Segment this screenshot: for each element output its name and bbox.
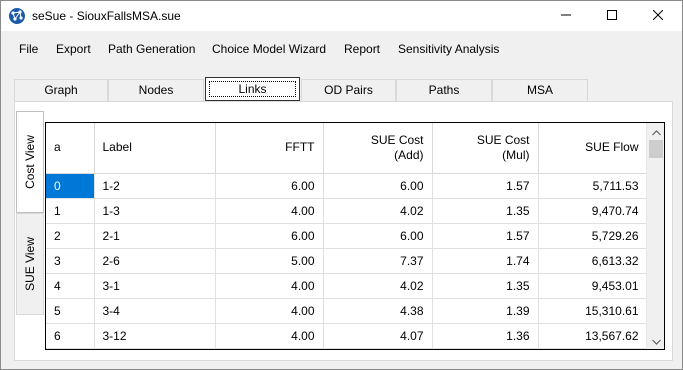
cell-sue-flow[interactable]: 9,470.74 [538, 198, 648, 224]
table-row[interactable]: 6 3-12 4.00 4.07 1.36 13,567.62 [46, 323, 648, 349]
menu-file[interactable]: File [19, 42, 38, 56]
column-header-label[interactable]: Label [94, 123, 216, 174]
cell-label[interactable]: 1-2 [94, 173, 216, 199]
header-row: a Label FFTT SUE Cost (Add) SUE Cost (Mul)… [46, 123, 648, 174]
cell-label[interactable]: 3-1 [94, 273, 216, 299]
cell-sue-cost-mul[interactable]: 1.74 [432, 248, 539, 274]
cell-index[interactable]: 4 [46, 273, 95, 299]
window-title: seSue - SiouxFallsMSA.sue [32, 9, 181, 23]
tab-msa[interactable]: MSA [492, 79, 588, 101]
tab-graph[interactable]: Graph [14, 79, 108, 101]
cell-label[interactable]: 3-12 [94, 323, 216, 349]
column-header-index[interactable]: a [46, 123, 95, 174]
cell-sue-cost-mul[interactable]: 1.57 [432, 173, 539, 199]
vertical-scrollbar[interactable] [646, 123, 664, 349]
table-row[interactable]: 1 1-3 4.00 4.02 1.35 9,470.74 [46, 198, 648, 224]
tab-nodes[interactable]: Nodes [108, 79, 204, 101]
app-window: seSue - SiouxFallsMSA.sue File Export Pa… [0, 0, 683, 370]
chevron-down-icon [652, 334, 661, 348]
cell-sue-cost-add[interactable]: 4.38 [323, 298, 433, 324]
header-line: (Add) [394, 147, 424, 162]
close-icon [652, 9, 664, 23]
header-line: (Mul) [502, 147, 530, 162]
cell-sue-cost-add[interactable]: 4.07 [323, 323, 433, 349]
cell-index[interactable]: 0 [46, 173, 95, 199]
network-app-icon [9, 8, 25, 24]
cell-sue-cost-add[interactable]: 6.00 [323, 173, 433, 199]
links-data-grid[interactable]: a Label FFTT SUE Cost (Add) SUE Cost (Mul)… [45, 122, 665, 350]
minimize-button[interactable] [543, 1, 589, 31]
table-row[interactable]: 2 2-1 6.00 6.00 1.57 5,729.26 [46, 223, 648, 249]
column-header-sue-cost-mul[interactable]: SUE Cost (Mul) [432, 123, 539, 174]
title-bar[interactable]: seSue - SiouxFallsMSA.sue [1, 1, 682, 31]
cell-fftt[interactable]: 4.00 [215, 273, 324, 299]
cell-index[interactable]: 5 [46, 298, 95, 324]
tab-cost-view[interactable]: Cost View [16, 111, 44, 213]
table-row[interactable]: 0 1-2 6.00 6.00 1.57 5,711.53 [46, 173, 648, 199]
cell-index[interactable]: 3 [46, 248, 95, 274]
scroll-up-button[interactable] [647, 123, 664, 140]
cell-sue-flow[interactable]: 9,453.01 [538, 273, 648, 299]
menu-report[interactable]: Report [344, 42, 380, 56]
cell-label[interactable]: 2-6 [94, 248, 216, 274]
cell-fftt[interactable]: 4.00 [215, 323, 324, 349]
column-header-sue-cost-add[interactable]: SUE Cost (Add) [323, 123, 433, 174]
tab-sue-view[interactable]: SUE View [16, 213, 44, 315]
table-row[interactable]: 3 2-6 5.00 7.37 1.74 6,613.32 [46, 248, 648, 274]
tab-paths[interactable]: Paths [396, 79, 492, 101]
cell-fftt[interactable]: 4.00 [215, 198, 324, 224]
header-line: SUE Cost [370, 132, 424, 147]
cell-sue-flow[interactable]: 5,729.26 [538, 223, 648, 249]
close-button[interactable] [635, 1, 681, 31]
chevron-up-icon [652, 125, 661, 139]
main-tab-strip: Graph Nodes Links OD Pairs Paths MSA [14, 77, 589, 101]
cell-label[interactable]: 2-1 [94, 223, 216, 249]
cell-sue-flow[interactable]: 15,310.61 [538, 298, 648, 324]
cell-sue-flow[interactable]: 5,711.53 [538, 173, 648, 199]
cell-index[interactable]: 1 [46, 198, 95, 224]
cell-fftt[interactable]: 6.00 [215, 223, 324, 249]
menu-sensitivity-analysis[interactable]: Sensitivity Analysis [398, 42, 499, 56]
menu-path-generation[interactable]: Path Generation [108, 42, 195, 56]
maximize-button[interactable] [589, 1, 635, 31]
header-line: SUE Cost [476, 132, 530, 147]
menu-choice-model-wizard[interactable]: Choice Model Wizard [212, 42, 326, 56]
scroll-down-button[interactable] [647, 332, 664, 349]
tab-links[interactable]: Links [205, 77, 300, 101]
cell-sue-cost-mul[interactable]: 1.35 [432, 273, 539, 299]
cell-fftt[interactable]: 4.00 [215, 298, 324, 324]
cell-index[interactable]: 2 [46, 223, 95, 249]
cell-sue-cost-mul[interactable]: 1.39 [432, 298, 539, 324]
side-tab-strip: Cost View SUE View [16, 111, 44, 321]
scrollbar-thumb[interactable] [649, 140, 663, 158]
cell-sue-flow[interactable]: 6,613.32 [538, 248, 648, 274]
tab-cost-view-label: Cost View [23, 135, 37, 189]
cell-sue-cost-mul[interactable]: 1.36 [432, 323, 539, 349]
table-row[interactable]: 5 3-4 4.00 4.38 1.39 15,310.61 [46, 298, 648, 324]
cell-fftt[interactable]: 5.00 [215, 248, 324, 274]
cell-sue-cost-add[interactable]: 6.00 [323, 223, 433, 249]
cell-sue-cost-add[interactable]: 4.02 [323, 273, 433, 299]
column-header-fftt[interactable]: FFTT [215, 123, 324, 174]
maximize-icon [607, 9, 617, 23]
tab-links-label: Links [238, 82, 267, 96]
cell-index[interactable]: 6 [46, 323, 95, 349]
menu-export[interactable]: Export [56, 42, 91, 56]
cell-sue-flow[interactable]: 13,567.62 [538, 323, 648, 349]
cell-fftt[interactable]: 6.00 [215, 173, 324, 199]
cell-label[interactable]: 1-3 [94, 198, 216, 224]
cell-sue-cost-add[interactable]: 4.02 [323, 198, 433, 224]
cell-sue-cost-mul[interactable]: 1.35 [432, 198, 539, 224]
table-row[interactable]: 4 3-1 4.00 4.02 1.35 9,453.01 [46, 273, 648, 299]
tab-sue-view-label: SUE View [23, 237, 37, 291]
tab-od-pairs[interactable]: OD Pairs [301, 79, 396, 101]
links-table: a Label FFTT SUE Cost (Add) SUE Cost (Mul)… [46, 123, 648, 349]
menu-bar: File Export Path Generation Choice Model… [1, 39, 682, 61]
cell-sue-cost-mul[interactable]: 1.57 [432, 223, 539, 249]
cell-label[interactable]: 3-4 [94, 298, 216, 324]
cell-sue-cost-add[interactable]: 7.37 [323, 248, 433, 274]
minimize-icon [561, 9, 571, 23]
column-header-sue-flow[interactable]: SUE Flow [538, 123, 648, 174]
